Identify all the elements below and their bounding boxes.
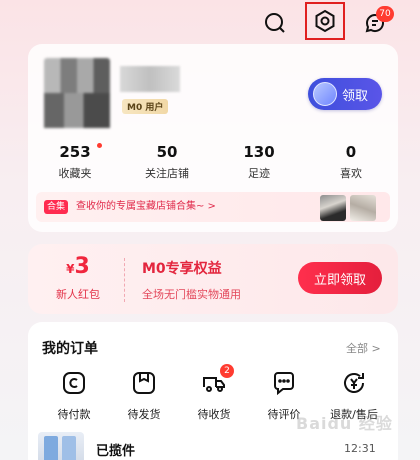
- receive-button[interactable]: 领取: [308, 78, 382, 110]
- benefit-title: M0专享权益: [142, 261, 222, 277]
- avatar[interactable]: [44, 58, 110, 128]
- shop-collection-banner[interactable]: 合集 查收你的专属宝藏店铺合集~ >: [36, 192, 390, 222]
- order-label: 待收货: [197, 408, 231, 421]
- stat-value: 0: [345, 143, 357, 161]
- orders-title: 我的订单: [42, 341, 98, 357]
- notification-dot: [97, 143, 102, 148]
- stat-followed-shops[interactable]: 50 关注店铺: [132, 142, 202, 181]
- coupon-amount: ¥3: [50, 254, 106, 279]
- coupon-label: 新人红包: [56, 288, 100, 301]
- banner-thumbnail: [350, 195, 376, 221]
- banner-text: 查收你的专属宝藏店铺合集~ >: [76, 201, 216, 212]
- stat-footprints[interactable]: 130 足迹: [224, 142, 294, 181]
- parcel-time: 12:31: [344, 442, 376, 455]
- order-pending-payment[interactable]: 待付款: [42, 370, 106, 422]
- package-icon: [133, 372, 155, 394]
- username: [120, 66, 180, 92]
- order-pending-receipt[interactable]: 2 待收货: [182, 364, 246, 422]
- watermark: Baidu 经验: [296, 414, 393, 433]
- refund-icon: [344, 373, 364, 393]
- order-label: 待付款: [57, 408, 91, 421]
- top-bar: 70: [0, 0, 420, 44]
- stat-likes[interactable]: 0 喜欢: [316, 142, 386, 181]
- stat-label: 关注店铺: [145, 167, 189, 180]
- amount-value: 3: [74, 254, 90, 279]
- stat-label: 喜欢: [340, 167, 362, 180]
- search-icon[interactable]: [258, 6, 292, 40]
- wallet-icon: [63, 372, 85, 394]
- parcel-status: 已揽件: [96, 444, 136, 459]
- benefit-subtitle: 全场无门槛实物通用: [142, 288, 241, 301]
- new-user-benefit-card: ¥3 新人红包 M0专享权益 全场无门槛实物通用 立即领取: [28, 244, 398, 314]
- parcel-product-image[interactable]: [38, 432, 84, 460]
- stat-label: 足迹: [248, 167, 270, 180]
- banner-thumbnail: [320, 195, 346, 221]
- stat-value: 130: [243, 143, 275, 161]
- comment-icon: [274, 372, 294, 396]
- user-level-badge: M0 用户: [122, 99, 169, 114]
- currency-symbol: ¥: [66, 262, 75, 276]
- order-pending-shipment[interactable]: 待发货: [112, 370, 176, 422]
- stat-value: 50: [156, 143, 178, 161]
- receive-button-label: 领取: [342, 88, 369, 104]
- message-badge: 70: [376, 6, 394, 22]
- my-orders-card: 我的订单 全部 > 待付款 待发货 2 待收货 待评价 退款/售后 已揽件 12…: [28, 322, 398, 460]
- coupon-icon: [313, 82, 337, 106]
- order-label: 待发货: [127, 408, 161, 421]
- collection-tag: 合集: [44, 200, 69, 214]
- gear-icon[interactable]: [305, 2, 345, 40]
- all-orders-link[interactable]: 全部 >: [346, 340, 381, 356]
- stats-row: 253 收藏夹 50 关注店铺 130 足迹 0 喜欢: [28, 142, 398, 186]
- stat-favorites[interactable]: 253 收藏夹: [40, 142, 110, 181]
- divider: [124, 258, 125, 302]
- profile-card: M0 用户 领取 253 收藏夹 50 关注店铺 130 足迹 0 喜欢 合集 …: [28, 44, 398, 232]
- claim-now-button[interactable]: 立即领取: [298, 262, 382, 294]
- order-count-badge: 2: [220, 364, 234, 378]
- stat-label: 收藏夹: [58, 167, 92, 180]
